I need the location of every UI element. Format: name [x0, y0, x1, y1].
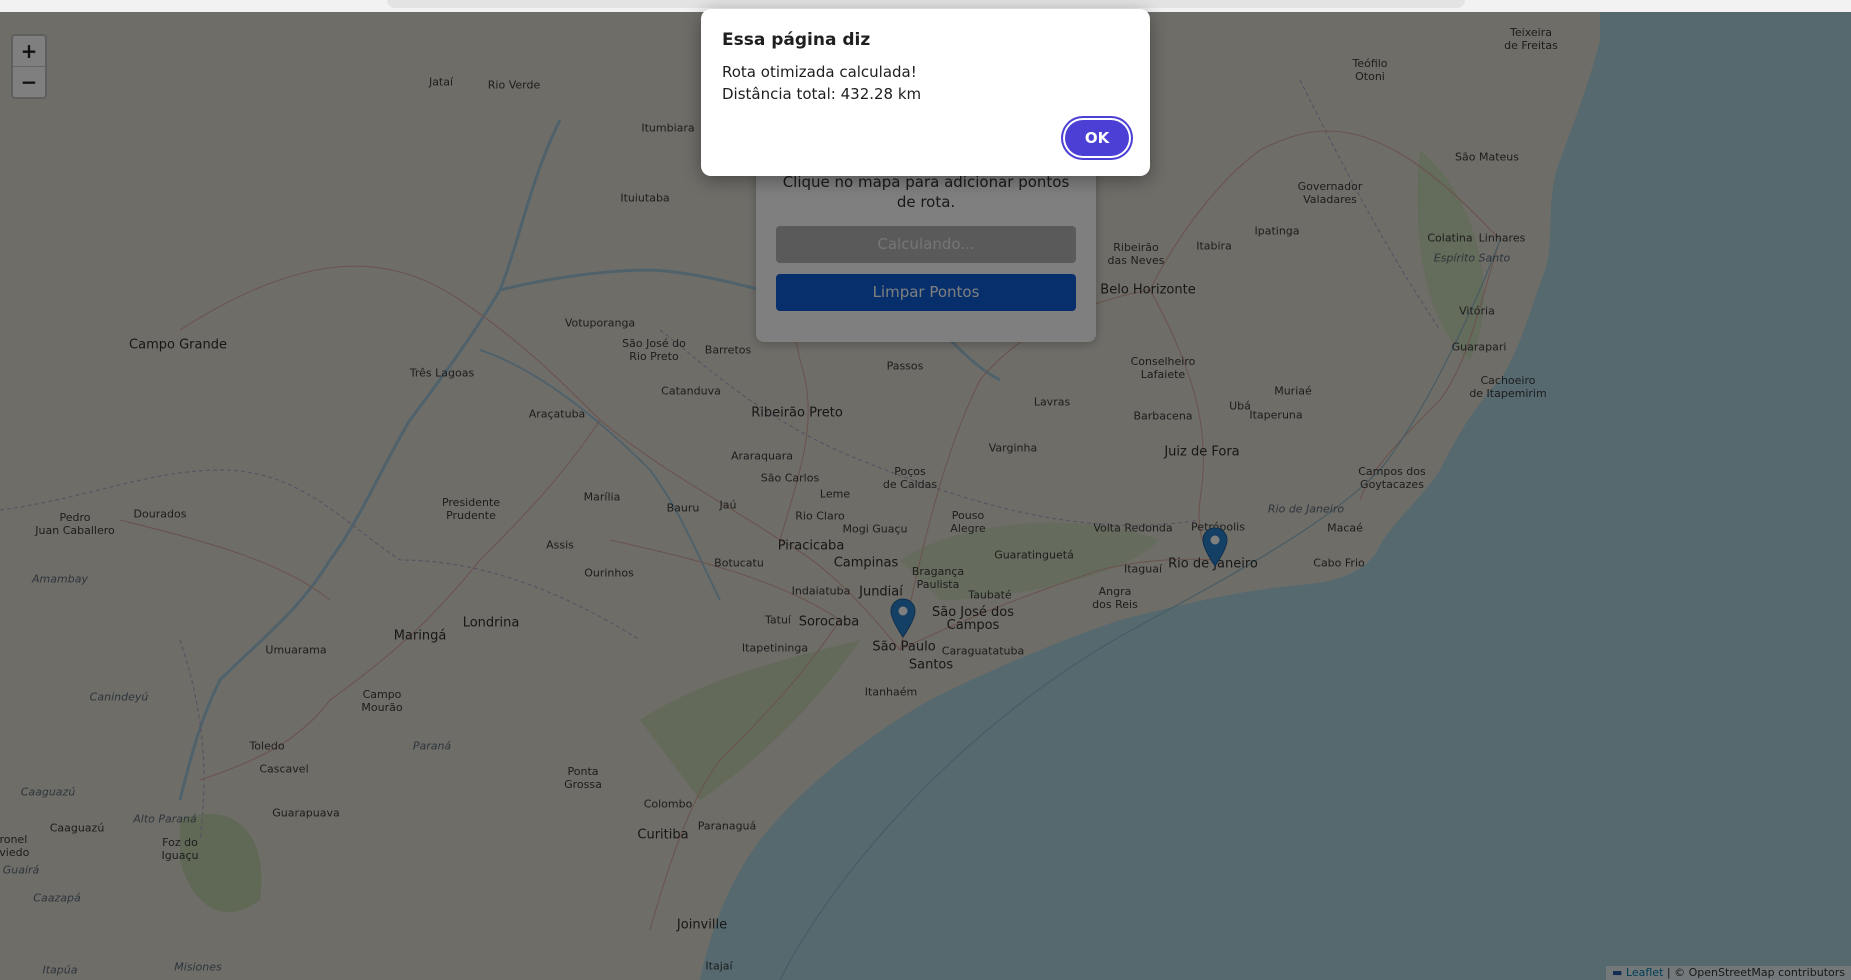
- alert-dialog: Essa página diz Rota otimizada calculada…: [701, 9, 1150, 176]
- dialog-title: Essa página diz: [722, 30, 871, 50]
- ok-button[interactable]: OK: [1065, 120, 1129, 156]
- address-bar[interactable]: [387, 0, 1465, 8]
- dialog-message: Rota otimizada calculada! Distância tota…: [722, 61, 921, 105]
- dialog-message-line-1: Rota otimizada calculada!: [722, 63, 917, 81]
- dialog-message-line-2: Distância total: 432.28 km: [722, 85, 922, 103]
